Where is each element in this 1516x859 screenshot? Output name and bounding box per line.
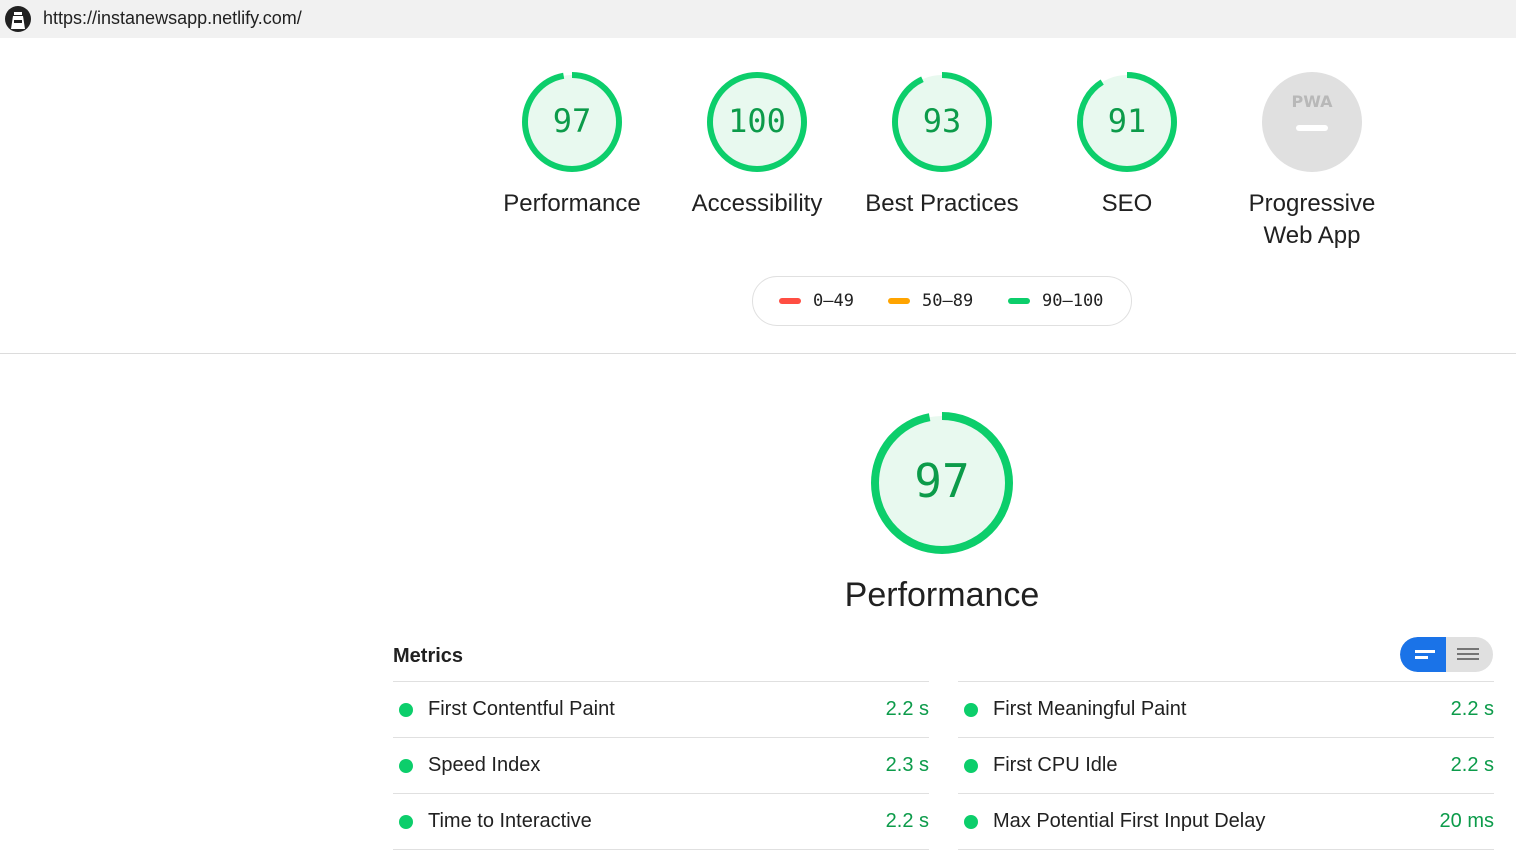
gauge-label-line2: Web App bbox=[1263, 222, 1361, 249]
pass-dot-icon bbox=[399, 815, 413, 829]
gauge-label: SEO bbox=[1101, 190, 1153, 217]
metric-name: First Contentful Paint bbox=[428, 698, 615, 720]
gauge-seo[interactable]: 91 SEO bbox=[1032, 70, 1222, 220]
compact-view-icon bbox=[1415, 650, 1435, 659]
gauge-score: 97 bbox=[552, 102, 592, 140]
gauge-label: Best Practices bbox=[865, 190, 1019, 217]
legend-range: 90–100 bbox=[1042, 291, 1104, 311]
metric-row[interactable]: First Contentful Paint 2.2 s bbox=[393, 681, 929, 737]
gauge-accessibility[interactable]: 100 Accessibility bbox=[662, 70, 852, 220]
metric-name: First CPU Idle bbox=[993, 754, 1118, 776]
pass-dot-icon bbox=[399, 759, 413, 773]
list-view-icon bbox=[1457, 648, 1479, 660]
score-legend: 0–49 50–89 90–100 bbox=[752, 276, 1132, 326]
legend-item-pass: 90–100 bbox=[1008, 291, 1103, 311]
gauge-pwa[interactable]: PWA Progressive Web App bbox=[1217, 70, 1407, 252]
pass-dot-icon bbox=[399, 703, 413, 717]
metric-value: 2.3 s bbox=[885, 754, 929, 776]
gauge-label: Progressive Web App bbox=[1217, 188, 1407, 252]
legend-item-average: 50–89 bbox=[888, 291, 973, 311]
pwa-badge-icon: PWA bbox=[1262, 72, 1362, 172]
metric-row[interactable]: First Meaningful Paint 2.2 s bbox=[958, 681, 1494, 737]
metric-value: 20 ms bbox=[1439, 810, 1494, 832]
performance-gauge: 97 Performance bbox=[842, 410, 1042, 615]
gauge-best-practices[interactable]: 93 Best Practices bbox=[847, 70, 1037, 220]
gauge-label: Accessibility bbox=[691, 190, 823, 217]
pass-dot-icon bbox=[964, 759, 978, 773]
performance-title: Performance bbox=[844, 576, 1040, 614]
gauge-score: 100 bbox=[728, 102, 786, 140]
metric-value: 2.2 s bbox=[885, 810, 929, 832]
performance-score: 97 bbox=[914, 454, 970, 508]
legend-range: 0–49 bbox=[813, 291, 854, 311]
pass-dot-icon bbox=[964, 703, 978, 717]
metric-value: 2.2 s bbox=[1450, 698, 1494, 720]
metrics-heading: Metrics bbox=[393, 645, 464, 667]
metric-name: First Meaningful Paint bbox=[993, 698, 1187, 720]
compact-view-button[interactable] bbox=[1400, 637, 1446, 672]
metric-value: 2.2 s bbox=[885, 698, 929, 720]
category-gauges: 97 Performance 100 Accessibility 93 Best… bbox=[0, 0, 1516, 260]
metric-name: Max Potential First Input Delay bbox=[993, 810, 1266, 832]
gauge-performance[interactable]: 97 Performance bbox=[477, 70, 667, 220]
metrics-column-left: First Contentful Paint 2.2 s Speed Index… bbox=[393, 681, 929, 850]
legend-range: 50–89 bbox=[922, 291, 974, 311]
metric-value: 2.2 s bbox=[1450, 754, 1494, 776]
fail-indicator-icon bbox=[779, 298, 801, 304]
gauge-label: Performance bbox=[503, 190, 641, 217]
metrics-column-right: First Meaningful Paint 2.2 s First CPU I… bbox=[958, 681, 1494, 850]
average-indicator-icon bbox=[888, 298, 910, 304]
section-divider bbox=[0, 353, 1516, 354]
metric-name: Time to Interactive bbox=[428, 810, 592, 832]
gauge-score: 93 bbox=[922, 102, 962, 140]
metric-row[interactable]: Time to Interactive 2.2 s bbox=[393, 793, 929, 850]
gauge-score: 91 bbox=[1107, 102, 1147, 140]
metric-row[interactable]: Max Potential First Input Delay 20 ms bbox=[958, 793, 1494, 850]
legend-item-fail: 0–49 bbox=[779, 291, 854, 311]
metric-row[interactable]: First CPU Idle 2.2 s bbox=[958, 737, 1494, 793]
metrics-view-toggle[interactable] bbox=[1400, 637, 1493, 672]
pwa-badge-text: PWA bbox=[1291, 92, 1333, 111]
metric-row[interactable]: Speed Index 2.3 s bbox=[393, 737, 929, 793]
pass-indicator-icon bbox=[1008, 298, 1030, 304]
gauge-label-line1: Progressive bbox=[1248, 190, 1376, 217]
metric-name: Speed Index bbox=[428, 754, 541, 776]
pass-dot-icon bbox=[964, 815, 978, 829]
list-view-button[interactable] bbox=[1447, 637, 1493, 672]
